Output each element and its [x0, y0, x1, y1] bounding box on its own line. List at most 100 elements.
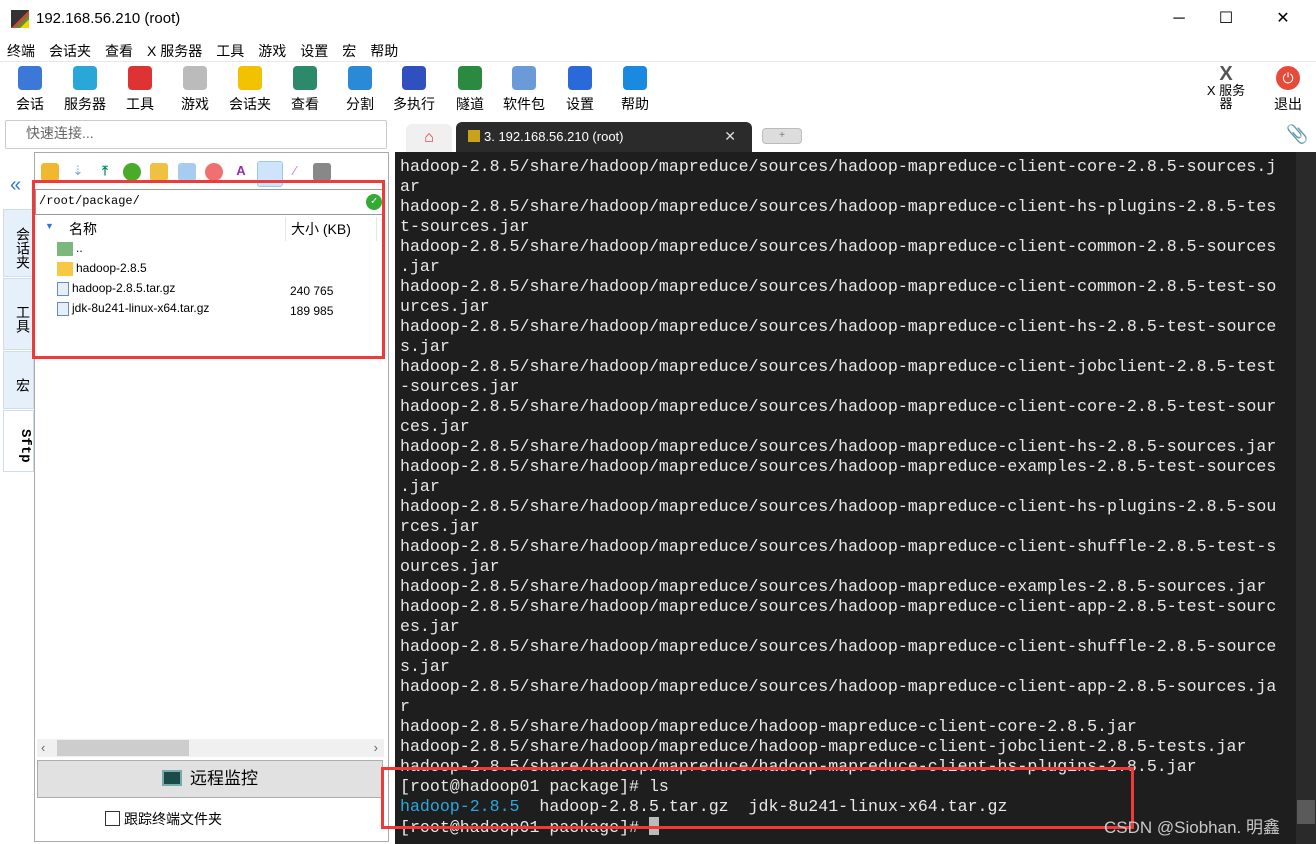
toolbar-star-button[interactable]: 会话夹 [224, 66, 276, 114]
toolbar-label: 帮助 [621, 96, 649, 112]
side-tabs: « 会话夹 工具 宏 Sftp [0, 152, 34, 844]
exit-button[interactable]: ⏻ 退出 [1270, 66, 1306, 114]
terminal-line: hadoop-2.8.5/share/hadoop/mapreduce/sour… [400, 157, 1277, 176]
new-folder-icon[interactable] [150, 163, 168, 181]
toolbar-session-button[interactable]: 会话 [4, 66, 56, 114]
tab-session-label: 3. 192.168.56.210 (root) [484, 129, 624, 144]
window-title: 192.168.56.210 (root) [36, 10, 181, 27]
terminal-icon[interactable] [313, 163, 331, 181]
packages-icon [512, 66, 536, 90]
view-icon [293, 66, 317, 90]
parent-dir-icon[interactable] [41, 163, 59, 181]
terminal-line: ources.jar [400, 557, 500, 576]
vertical-scrollbar[interactable] [1296, 152, 1316, 844]
follow-terminal-label: 跟踪终端文件夹 [124, 811, 222, 827]
magic-wand-icon[interactable]: ⁄ [286, 163, 304, 181]
toolbar-settings-button[interactable]: 设置 [554, 66, 606, 114]
menu-item[interactable]: 终端 [0, 38, 42, 61]
menu-item[interactable]: 帮助 [363, 38, 405, 61]
toolbar-tunnel-button[interactable]: 隧道 [444, 66, 496, 114]
terminal-line: hadoop-2.8.5/share/hadoop/mapreduce/sour… [400, 437, 1277, 456]
split-icon [348, 66, 372, 90]
minimize-button[interactable]: ─ [1156, 0, 1202, 38]
toolbar-packages-button[interactable]: 软件包 [498, 66, 550, 114]
help-icon [623, 66, 647, 90]
menu-item[interactable]: 会话夹 [42, 38, 98, 61]
tab-bar: ⌂ 3. 192.168.56.210 (root) ✕ + 📎 [390, 120, 1316, 152]
maximize-button[interactable]: ☐ [1203, 0, 1249, 38]
sidetab-sessions[interactable]: 会话夹 [3, 209, 34, 277]
terminal-line: hadoop-2.8.5/share/hadoop/mapreduce/sour… [400, 537, 1277, 556]
exit-label: 退出 [1274, 96, 1302, 112]
terminal-line: hadoop-2.8.5/share/hadoop/mapreduce/sour… [400, 397, 1277, 416]
terminal-line: hadoop-2.8.5/share/hadoop/mapreduce/sour… [400, 677, 1277, 696]
toolbar-servers-button[interactable]: 服务器 [59, 66, 111, 114]
terminal-line: hadoop-2.8.5/share/hadoop/mapreduce/sour… [400, 197, 1277, 216]
terminal-line: .jar [400, 477, 440, 496]
sidetab-macros[interactable]: 宏 [3, 351, 34, 409]
toolbar-label: 软件包 [503, 96, 545, 112]
terminal-line: hadoop-2.8.5/share/hadoop/mapreduce/sour… [400, 277, 1277, 296]
terminal-line: hadoop-2.8.5/share/hadoop/mapreduce/sour… [400, 497, 1277, 516]
scroll-left-icon[interactable]: ‹ [41, 740, 45, 755]
scroll-thumb[interactable] [57, 740, 189, 756]
session-icon [18, 66, 42, 90]
menu-item[interactable]: 查看 [98, 38, 140, 61]
follow-terminal-checkbox[interactable]: 跟踪终端文件夹 [105, 809, 222, 829]
delete-icon[interactable] [205, 163, 223, 181]
sidetab-tools[interactable]: 工具 [3, 278, 34, 350]
toolbar-label: 多执行 [393, 96, 435, 112]
app-logo-icon [11, 10, 29, 28]
toolbar-split-button[interactable]: 分割 [334, 66, 386, 114]
remote-monitor-button[interactable]: 远程监控 [37, 760, 383, 798]
key-icon [468, 130, 480, 142]
terminal-line: hadoop-2.8.5/share/hadoop/mapreduce/sour… [400, 317, 1277, 336]
collapse-icon[interactable]: « [10, 174, 21, 197]
tab-session[interactable]: 3. 192.168.56.210 (root) ✕ [456, 122, 752, 152]
terminal-line: .jar [400, 257, 440, 276]
menu-item[interactable]: 宏 [335, 38, 363, 61]
toolbar-tools-button[interactable]: 工具 [114, 66, 166, 114]
toolbar-label: 隧道 [456, 96, 484, 112]
download-icon[interactable]: ⇣ [69, 163, 87, 181]
close-tab-icon[interactable]: ✕ [724, 128, 736, 145]
refresh-icon[interactable] [123, 163, 141, 181]
terminal-line: hadoop-2.8.5/share/hadoop/mapreduce/hado… [400, 717, 1137, 736]
menu-item[interactable]: 工具 [209, 38, 251, 61]
toolbar-multiexec-button[interactable]: 多执行 [388, 66, 440, 114]
attachment-icon[interactable]: 📎 [1286, 124, 1308, 145]
terminal-line: s.jar [400, 337, 450, 356]
toolbar-label: 会话 [16, 96, 44, 112]
scroll-thumb[interactable] [1297, 800, 1315, 824]
rename-icon[interactable]: A [232, 163, 250, 181]
toolbar-games-button[interactable]: 游戏 [169, 66, 221, 114]
toolbar-label: 分割 [346, 96, 374, 112]
toolbar-view-button[interactable]: 查看 [279, 66, 331, 114]
menu-item[interactable]: 设置 [293, 38, 335, 61]
toolbar-label: 设置 [566, 96, 594, 112]
terminal-output[interactable]: hadoop-2.8.5/share/hadoop/mapreduce/sour… [395, 152, 1296, 844]
scroll-right-icon[interactable]: › [374, 740, 378, 755]
new-tab-button[interactable]: + [762, 128, 802, 144]
new-file-icon[interactable] [178, 163, 196, 181]
terminal-line: hadoop-2.8.5/share/hadoop/mapreduce/sour… [400, 357, 1277, 376]
quick-connect-input[interactable]: 快速连接... [5, 120, 387, 149]
terminal-line: ces.jar [400, 417, 470, 436]
close-button[interactable]: ✕ [1260, 0, 1306, 38]
horizontal-scrollbar[interactable]: ‹ › [37, 739, 384, 757]
highlight-box [381, 767, 1134, 829]
sidetab-sftp[interactable]: Sftp [3, 410, 34, 472]
upload-icon[interactable]: ⤒ [96, 163, 114, 181]
toolbar-help-button[interactable]: 帮助 [609, 66, 661, 114]
home-tab[interactable]: ⌂ [406, 124, 452, 152]
xserver-button[interactable]: X X 服务器 [1206, 64, 1246, 110]
title-bar: 192.168.56.210 (root) ─ ☐ ✕ [0, 0, 1316, 38]
menu-item[interactable]: 游戏 [251, 38, 293, 61]
terminal[interactable]: hadoop-2.8.5/share/hadoop/mapreduce/sour… [395, 152, 1316, 844]
terminal-line: hadoop-2.8.5/share/hadoop/mapreduce/sour… [400, 577, 1267, 596]
multiexec-icon [402, 66, 426, 90]
checkbox[interactable] [105, 811, 120, 826]
toolbar-label: 查看 [291, 96, 319, 112]
menu-item[interactable]: X 服务器 [140, 38, 209, 61]
terminal-line: es.jar [400, 617, 460, 636]
